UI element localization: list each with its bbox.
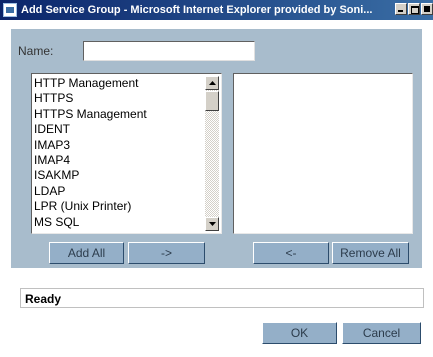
add-button[interactable]: -> — [128, 242, 205, 264]
remove-all-button[interactable]: Remove All — [332, 242, 409, 264]
available-services-items: HTTP Management HTTPS HTTPS Management I… — [34, 76, 203, 231]
list-item[interactable]: HTTPS — [34, 91, 203, 106]
list-item[interactable]: IDENT — [34, 122, 203, 137]
name-label: Name: — [18, 44, 54, 58]
scroll-down-icon[interactable] — [205, 217, 219, 231]
list-item[interactable]: LDAP — [34, 184, 203, 199]
add-all-button[interactable]: Add All — [49, 242, 124, 264]
vertical-scrollbar[interactable] — [205, 76, 219, 231]
list-item[interactable]: HTTP Management — [34, 76, 203, 91]
list-item[interactable]: IMAP3 — [34, 138, 203, 153]
ie-page-icon — [3, 3, 17, 17]
list-item[interactable]: IMAP4 — [34, 153, 203, 168]
minimize-icon[interactable] — [395, 3, 407, 15]
title-bar[interactable]: Add Service Group - Microsoft Internet E… — [0, 0, 433, 20]
ok-button[interactable]: OK — [262, 322, 337, 344]
window-title: Add Service Group - Microsoft Internet E… — [21, 4, 373, 16]
list-item[interactable]: HTTPS Management — [34, 107, 203, 122]
list-item[interactable]: ISAKMP — [34, 168, 203, 183]
available-services-list[interactable]: HTTP Management HTTPS HTTPS Management I… — [31, 73, 222, 234]
close-icon[interactable] — [421, 3, 433, 15]
maximize-icon[interactable] — [408, 3, 420, 15]
selected-services-list[interactable] — [233, 73, 413, 234]
dialog-window: Add Service Group - Microsoft Internet E… — [0, 0, 433, 357]
service-group-panel: Name: HTTP Management HTTPS HTTPS Manage… — [9, 27, 422, 268]
status-bar: Ready — [20, 288, 424, 308]
remove-button[interactable]: <- — [253, 242, 329, 264]
list-item[interactable]: LPR (Unix Printer) — [34, 199, 203, 214]
window-controls — [395, 3, 433, 15]
list-item[interactable]: MS SQL — [34, 215, 203, 230]
scroll-thumb[interactable] — [205, 91, 219, 111]
cancel-button[interactable]: Cancel — [342, 322, 421, 344]
scroll-up-icon[interactable] — [205, 76, 219, 90]
name-input[interactable] — [83, 41, 255, 61]
